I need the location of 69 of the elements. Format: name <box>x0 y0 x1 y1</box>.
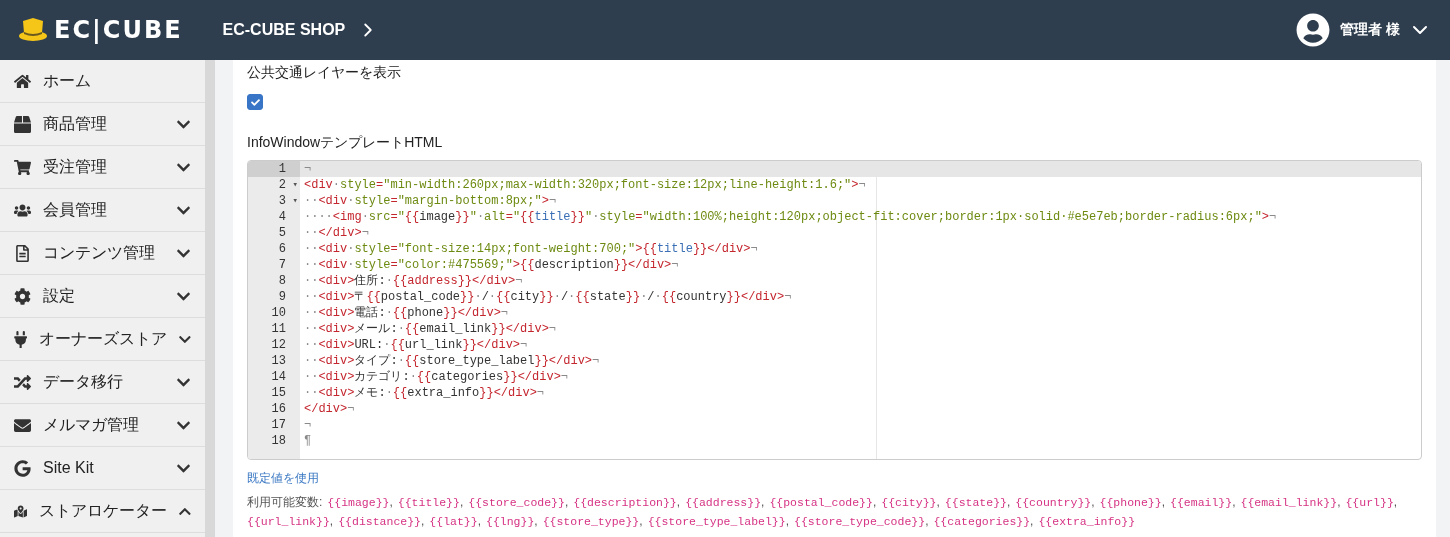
check-icon <box>250 97 260 107</box>
home-icon <box>14 72 31 90</box>
fold-icon[interactable]: ▾ <box>292 193 298 209</box>
code-line: ··<div>タイプ:·{{store_type_label}}</div>¬ <box>303 353 601 369</box>
logo-text: EC|CUBE <box>54 16 183 44</box>
variable-item: {{extra_info}} <box>1038 514 1136 528</box>
variable-item: {{state}}, <box>944 495 1011 509</box>
variable-item: {{store_type_label}}, <box>647 514 789 528</box>
code-editor[interactable] <box>247 160 1422 460</box>
user-avatar-icon[interactable] <box>1296 13 1331 47</box>
variable-item: {{store_code}}, <box>468 495 569 509</box>
logo[interactable]: EC|CUBE <box>18 16 183 44</box>
reset-link[interactable]: 既定値を使用 <box>247 470 319 487</box>
variable-item: {{city}}, <box>881 495 940 509</box>
hat-icon <box>18 17 48 43</box>
variable-item: {{image}}, <box>327 495 393 509</box>
variable-item: {{email}}, <box>1170 495 1236 509</box>
line-number: 1 <box>248 161 300 177</box>
sidebar-item[interactable]: 受注管理 <box>0 146 205 189</box>
code-line: ··<div>住所:·{{address}}</div>¬ <box>303 273 524 289</box>
variable-item: {{lng}}, <box>486 514 538 528</box>
code-line: ··<div>メール:·{{email_link}}</div>¬ <box>303 321 558 337</box>
code-line: ··<div>〒{{postal_code}}·/·{{city}}·/·{{state}}·/·{{country}}</div>¬ <box>303 289 793 305</box>
shuffle-icon <box>14 373 31 391</box>
settings-icon <box>14 287 31 305</box>
variable-item: {{distance}}, <box>338 514 425 528</box>
cart-icon <box>14 158 31 176</box>
code-line: ··<div>メモ:·{{extra_info}}</div>¬ <box>303 385 546 401</box>
variable-item: {{phone}}, <box>1099 495 1166 509</box>
user-name[interactable]: 管理者 様 <box>1340 21 1400 39</box>
code-line: </div>¬ <box>303 401 356 417</box>
sidebar-item[interactable]: 商品管理 <box>0 103 205 146</box>
code-line: ··<div·style="color:#475569;">{{description}}</div>¬ <box>303 257 680 273</box>
checkbox[interactable] <box>247 94 263 110</box>
plug-icon <box>14 330 28 348</box>
sidebar-item[interactable]: メルマガ管理 <box>0 404 205 447</box>
field-label: InfoWindowテンプレートHTML <box>247 134 444 152</box>
field-label: 公共交通レイヤーを表示 <box>247 64 402 82</box>
code-line: ··<div>カテゴリ:·{{categories}}</div>¬ <box>303 369 570 385</box>
fold-icon[interactable]: ▾ <box>292 177 298 193</box>
code-line: ····<img·src="{{image}}"·alt="{{title}}"·style="width:100%;height:120px;object-fit:cover;border:1px·solid·#e5e7eb;border-radius:6px;">¬ <box>303 209 1278 225</box>
variable-item: {{url}}, <box>1345 495 1398 509</box>
code-line: ¬ <box>303 417 313 433</box>
scrollbar[interactable] <box>205 60 215 537</box>
variable-item: {{store_type}}, <box>542 514 643 528</box>
variable-item: {{categories}}, <box>933 514 1034 528</box>
variable-item: {{address}}, <box>685 495 765 509</box>
document-icon <box>14 244 31 262</box>
variable-item: {{email_link}}, <box>1240 495 1341 509</box>
code-line: ··<div>電話:·{{phone}}</div>¬ <box>303 305 510 321</box>
variables-label: 利用可能変数: <box>247 495 323 509</box>
code-line: ··<div·style="font-size:14px;font-weight:700;">{{title}}</div>¬ <box>303 241 759 257</box>
shop-name[interactable]: EC-CUBE SHOP <box>222 21 346 39</box>
code-line: ··<div>URL:·{{url_link}}</div>¬ <box>303 337 529 353</box>
code-line: <div·style="min-width:260px;max-width:320px;font-size:12px;line-height:1.6;">¬ <box>303 177 867 193</box>
variable-item: {{title}}, <box>397 495 464 509</box>
variable-item: {{description}}, <box>573 495 681 509</box>
google-icon <box>14 459 31 477</box>
code-line: ··</div>¬ <box>303 225 370 241</box>
envelope-icon <box>14 416 31 434</box>
variable-item: {{lat}}, <box>429 514 481 528</box>
code-line: ¶ <box>303 433 313 449</box>
variable-item: {{country}}, <box>1015 495 1095 509</box>
box-icon <box>14 115 31 133</box>
code-line: ··<div·style="margin-bottom:8px;">¬ <box>303 193 558 209</box>
variable-item: {{store_type_code}}, <box>794 514 929 528</box>
sidebar-item[interactable]: 設定 <box>0 275 205 318</box>
variable-item: {{url_link}}, <box>247 514 334 528</box>
variable-item: {{postal_code}}, <box>769 495 877 509</box>
